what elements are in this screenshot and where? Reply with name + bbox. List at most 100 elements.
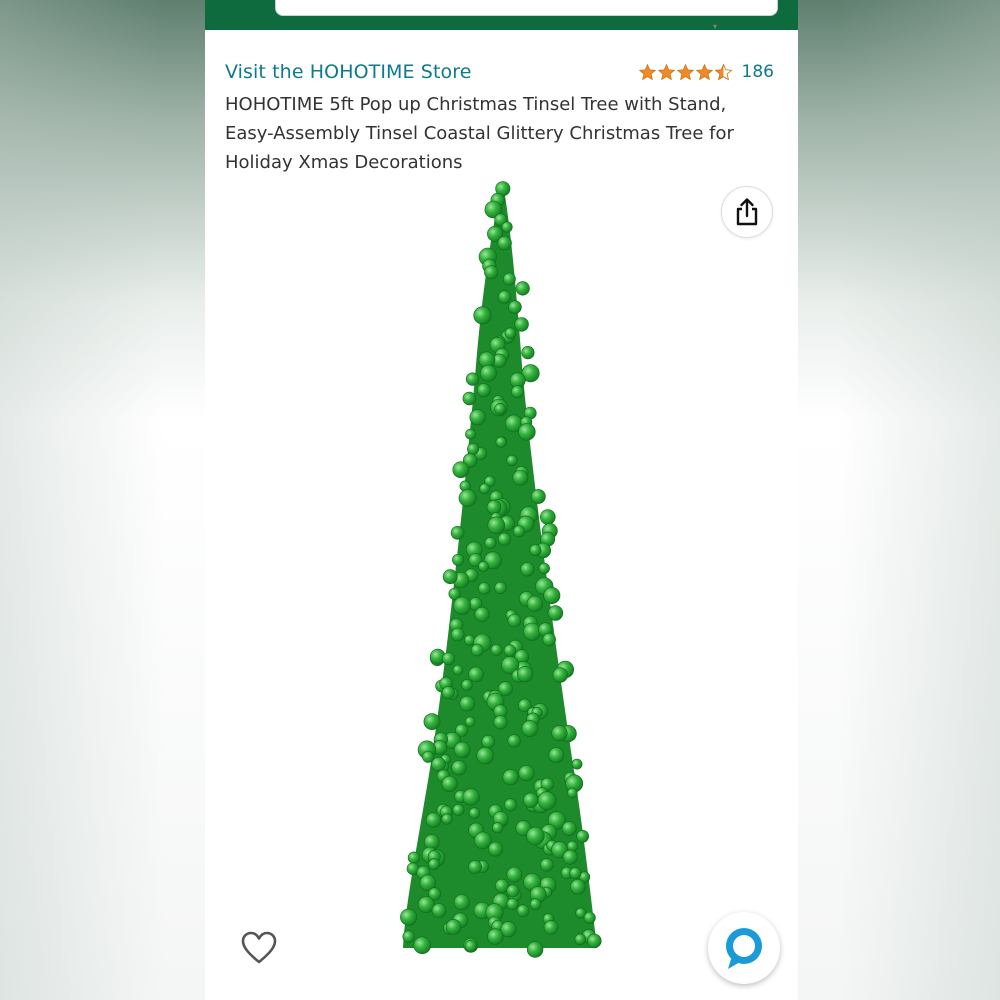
tinsel-sequin bbox=[493, 715, 508, 730]
tinsel-sequin bbox=[587, 933, 602, 949]
wishlist-button[interactable] bbox=[239, 929, 279, 967]
tinsel-sequin bbox=[469, 409, 486, 426]
tinsel-sequin bbox=[468, 666, 484, 683]
tinsel-sequin bbox=[497, 290, 512, 304]
tinsel-sequin bbox=[494, 403, 506, 415]
tinsel-sequin bbox=[479, 483, 490, 494]
tinsel-sequin bbox=[526, 595, 543, 612]
tinsel-sequin bbox=[452, 803, 465, 816]
tinsel-sequin bbox=[464, 716, 476, 728]
tinsel-sequin bbox=[459, 695, 475, 712]
tinsel-sequin bbox=[506, 454, 518, 467]
tinsel-sequin bbox=[497, 532, 511, 546]
tinsel-sequin bbox=[518, 764, 535, 782]
star-icon bbox=[695, 63, 713, 80]
tinsel-sequin bbox=[508, 300, 522, 314]
tinsel-sequin bbox=[450, 525, 465, 540]
tinsel-sequin bbox=[526, 826, 545, 846]
header-bar: ▾ bbox=[205, 0, 798, 31]
tinsel-sequin bbox=[461, 679, 473, 691]
store-link[interactable]: Visit the HOHOTIME Store bbox=[225, 61, 472, 83]
tinsel-sequin bbox=[465, 372, 480, 386]
tinsel-sequin bbox=[465, 428, 476, 440]
tinsel-sequin bbox=[490, 643, 503, 656]
tinsel-sequin bbox=[504, 798, 518, 812]
tinsel-sequin bbox=[523, 622, 542, 641]
tinsel-sequin bbox=[506, 884, 520, 898]
tinsel-sequin bbox=[453, 741, 471, 758]
tinsel-sequin bbox=[529, 898, 542, 910]
tinsel-sequin bbox=[511, 385, 524, 399]
search-dropdown-icon: ▾ bbox=[713, 22, 718, 31]
share-button[interactable] bbox=[721, 186, 773, 238]
tinsel-sequin bbox=[442, 569, 458, 585]
tinsel-sequin bbox=[504, 327, 517, 340]
tinsel-sequin bbox=[502, 769, 519, 786]
tinsel-sequin bbox=[423, 713, 441, 731]
tinsel-sequin bbox=[428, 858, 440, 870]
tinsel-sequin bbox=[503, 272, 516, 286]
tinsel-sequin bbox=[480, 364, 497, 382]
tinsel-sequin bbox=[441, 813, 453, 825]
tinsel-sequin bbox=[562, 849, 578, 865]
tinsel-sequin bbox=[497, 235, 512, 251]
tinsel-sequin bbox=[542, 632, 556, 647]
tinsel-sequin bbox=[400, 908, 418, 926]
tinsel-sequin bbox=[530, 489, 546, 504]
half-star-icon bbox=[714, 63, 732, 80]
heart-icon bbox=[241, 931, 277, 964]
tinsel-sequin bbox=[514, 317, 529, 332]
tinsel-sequin bbox=[450, 627, 465, 642]
tinsel-sequin bbox=[467, 442, 480, 455]
search-input[interactable] bbox=[275, 0, 778, 16]
star-icon bbox=[657, 63, 675, 80]
background-left bbox=[0, 0, 205, 1000]
star-icon bbox=[638, 63, 656, 80]
tinsel-sequin bbox=[487, 928, 504, 945]
tinsel-sequin bbox=[491, 822, 504, 834]
rating[interactable]: 186 bbox=[638, 62, 774, 82]
tinsel-sequin bbox=[474, 606, 490, 622]
tinsel-sequin bbox=[452, 664, 464, 676]
tinsel-sequin bbox=[476, 383, 491, 397]
tinsel-sequin bbox=[484, 265, 499, 280]
tinsel-sequin bbox=[453, 894, 470, 911]
tinsel-sequin bbox=[470, 643, 484, 657]
tinsel-sequin bbox=[402, 930, 415, 943]
tinsel-sequin bbox=[538, 562, 550, 575]
tinsel-sequin bbox=[570, 878, 586, 895]
tinsel-sequin bbox=[552, 667, 569, 683]
tinsel-sequin bbox=[507, 734, 521, 748]
tinsel-sequin bbox=[425, 812, 442, 828]
tinsel-sequin bbox=[521, 720, 539, 737]
tinsel-sequin bbox=[551, 725, 568, 742]
tinsel-sequin bbox=[486, 499, 502, 515]
tinsel-sequin bbox=[576, 829, 589, 843]
tinsel-sequin bbox=[481, 734, 495, 749]
tinsel-sequin bbox=[431, 756, 446, 772]
tinsel-sequin bbox=[441, 775, 458, 792]
tinsel-sequin bbox=[547, 605, 564, 621]
tinsel-sequin bbox=[548, 747, 565, 763]
tinsel-sequin bbox=[441, 685, 455, 700]
tinsel-sequin bbox=[503, 644, 517, 657]
tinsel-sequin bbox=[487, 516, 506, 535]
tinsel-sequin bbox=[452, 461, 470, 479]
tinsel-sequin bbox=[468, 807, 481, 819]
tinsel-sequin bbox=[521, 346, 535, 360]
tinsel-sequin bbox=[441, 652, 455, 666]
product-image[interactable] bbox=[385, 178, 615, 978]
tinsel-sequin bbox=[431, 903, 447, 918]
tinsel-sequin bbox=[501, 221, 513, 233]
tinsel-sequin bbox=[523, 792, 539, 808]
rating-count[interactable]: 186 bbox=[742, 62, 774, 82]
tinsel-sequin bbox=[507, 613, 522, 628]
star-icon bbox=[676, 63, 694, 80]
tinsel-sequin bbox=[445, 919, 462, 935]
product-page: ▾ Visit the HOHOTIME Store 186 HOHOTIME … bbox=[205, 0, 798, 1000]
alexa-button[interactable] bbox=[708, 912, 780, 984]
tinsel-sequin bbox=[526, 941, 544, 958]
tinsel-sequin bbox=[567, 787, 578, 799]
tinsel-sequin bbox=[506, 897, 519, 910]
tinsel-sequin bbox=[484, 536, 497, 549]
